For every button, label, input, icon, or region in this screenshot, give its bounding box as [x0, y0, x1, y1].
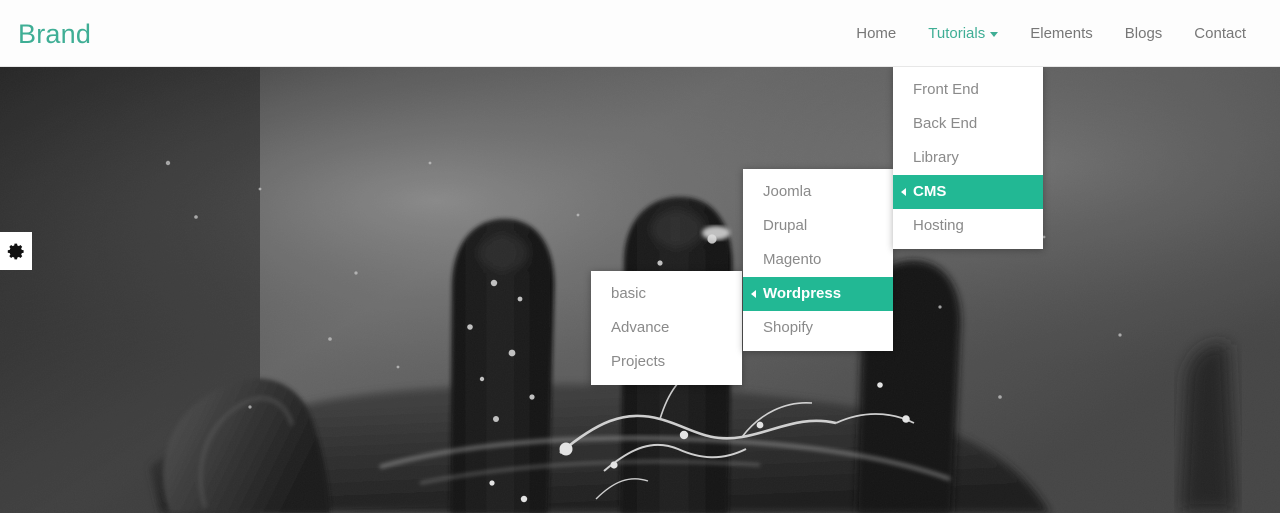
main-navigation: Home Tutorials Elements Blogs Contact [840, 24, 1262, 44]
nav-item-contact[interactable]: Contact [1178, 24, 1262, 44]
menu-item-label: Front End [913, 81, 979, 98]
nav-item-blogs[interactable]: Blogs [1109, 24, 1179, 44]
nav-item-label: Contact [1194, 25, 1246, 42]
nav-item-elements[interactable]: Elements [1014, 24, 1109, 44]
menu-item-advance[interactable]: Advance [591, 311, 742, 345]
nav-item-label: Blogs [1124, 25, 1163, 42]
menu-item-label: Magento [763, 251, 822, 268]
nav-item-label: Tutorials [928, 25, 986, 42]
menu-item-cms[interactable]: CMS [893, 175, 1043, 209]
menu-item-basic[interactable]: basic [591, 277, 742, 311]
settings-gear-button[interactable] [0, 232, 32, 270]
menu-item-projects[interactable]: Projects [591, 345, 742, 379]
nav-item-tutorials[interactable]: Tutorials [912, 24, 1014, 44]
menu-item-shopify[interactable]: Shopify [743, 311, 893, 345]
chevron-left-icon [901, 188, 906, 196]
menu-item-front-end[interactable]: Front End [893, 73, 1043, 107]
menu-item-label: Drupal [763, 217, 808, 234]
menu-item-hosting[interactable]: Hosting [893, 209, 1043, 243]
menu-item-drupal[interactable]: Drupal [743, 209, 893, 243]
page-root: Brand Home Tutorials Elements Blogs Contact … [0, 0, 1280, 513]
menu-item-label: CMS [913, 183, 947, 200]
brand-logo[interactable]: Brand [18, 18, 91, 50]
site-header: Brand Home Tutorials Elements Blogs Contact [0, 0, 1280, 67]
menu-item-label: basic [611, 285, 647, 302]
menu-item-label: Advance [611, 319, 670, 336]
menu-item-label: Wordpress [763, 285, 842, 302]
gear-icon [7, 243, 24, 259]
dropdown-menu-wordpress: basic Advance Projects [591, 271, 742, 385]
nav-item-home[interactable]: Home [840, 24, 912, 44]
menu-item-joomla[interactable]: Joomla [743, 175, 893, 209]
menu-item-back-end[interactable]: Back End [893, 107, 1043, 141]
dropdown-menu-cms: Joomla Drupal Magento Wordpress Shopify [743, 169, 893, 351]
dropdown-menu-tutorials: Front End Back End Library CMS Hosting [893, 67, 1043, 249]
menu-item-wordpress[interactable]: Wordpress [743, 277, 893, 311]
menu-item-library[interactable]: Library [893, 141, 1043, 175]
menu-item-label: Back End [913, 115, 978, 132]
nav-item-label: Home [856, 25, 897, 42]
chevron-down-icon [990, 31, 999, 37]
menu-item-magento[interactable]: Magento [743, 243, 893, 277]
nav-item-label: Elements [1030, 25, 1093, 42]
menu-item-label: Joomla [763, 183, 812, 200]
menu-item-label: Hosting [913, 217, 964, 234]
menu-item-label: Shopify [763, 319, 814, 336]
chevron-left-icon [751, 290, 756, 298]
menu-item-label: Library [913, 149, 959, 166]
menu-item-label: Projects [611, 353, 666, 370]
